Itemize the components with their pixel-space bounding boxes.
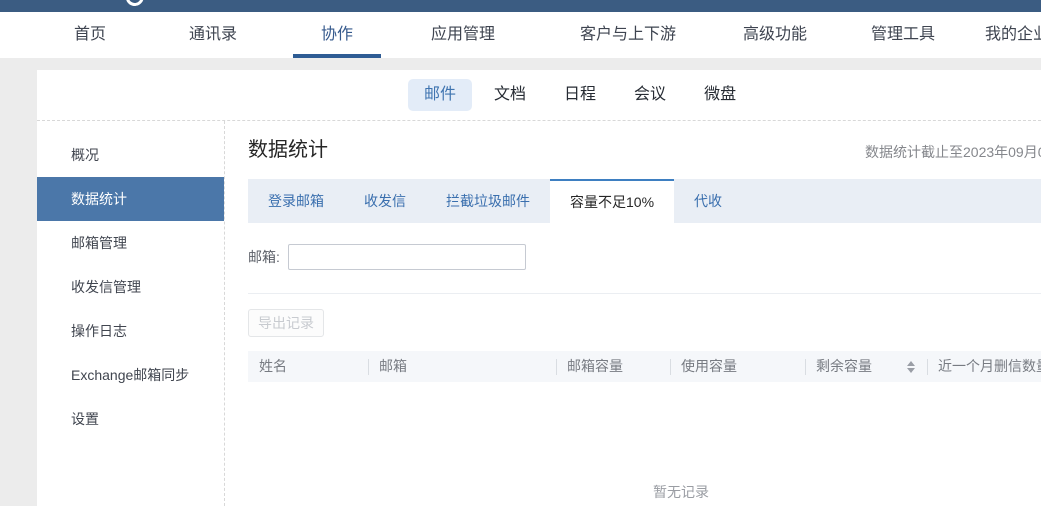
filter-row: 邮箱: [248,244,1041,270]
column-header-remaining-capacity-label: 剩余容量 [816,351,872,382]
column-header-name: 姓名 [248,351,368,382]
nav-item-collaboration[interactable]: 协作 [321,12,353,58]
sidebar-item-mailbox-management[interactable]: 邮箱管理 [37,221,224,265]
stat-tab-spam-intercepted[interactable]: 拦截垃圾邮件 [426,179,550,223]
mailbox-filter-label: 邮箱: [248,247,280,267]
stat-tab-login-mailbox[interactable]: 登录邮箱 [248,179,344,223]
stat-tab-send-receive[interactable]: 收发信 [344,179,426,223]
app-tab-docs[interactable]: 文档 [478,79,542,111]
app-tabs: 邮件 文档 日程 会议 微盘 [408,79,752,111]
stat-tab-collect[interactable]: 代收 [674,179,742,223]
statistics-tabs: 登录邮箱 收发信 拦截垃圾邮件 容量不足10% 代收 [248,179,1041,223]
content-area: 概况 数据统计 邮箱管理 收发信管理 操作日志 Exchange邮箱同步 设置 … [37,120,1041,506]
nav-item-contacts[interactable]: 通讯录 [189,12,237,58]
statistics-deadline-note: 数据统计截止至2023年09月06日 [865,142,1041,162]
column-header-deleted-mail-count: 近一个月删信数量 [927,351,1041,382]
app-tab-calendar[interactable]: 日程 [548,79,612,111]
export-records-button[interactable]: 导出记录 [248,309,324,337]
app-tab-mail[interactable]: 邮件 [408,79,472,111]
empty-records-text: 暂无记录 [248,482,1041,502]
nav-item-my-company[interactable]: 我的企业 [985,12,1041,58]
top-window-bar [0,0,1041,12]
stat-tab-low-capacity[interactable]: 容量不足10% [550,179,674,223]
mailbox-filter-input[interactable] [288,244,526,270]
primary-nav: 首页 通讯录 协作 应用管理 客户与上下游 高级功能 管理工具 我的企业 [0,12,1041,58]
column-header-used-capacity: 使用容量 [670,351,805,382]
sidebar-item-overview[interactable]: 概况 [37,133,224,177]
nav-item-app-management[interactable]: 应用管理 [431,12,495,58]
nav-item-home[interactable]: 首页 [74,12,106,58]
app-tab-drive[interactable]: 微盘 [688,79,752,111]
logo-fragment-icon [125,0,145,7]
table-header-row: 姓名 邮箱 邮箱容量 使用容量 剩余容量 近一个月删信数量 [248,351,1041,382]
sort-descending-icon [907,368,915,373]
sidebar-item-exchange-sync[interactable]: Exchange邮箱同步 [37,353,224,397]
column-header-remaining-capacity[interactable]: 剩余容量 [805,351,927,382]
section-divider [248,293,1041,294]
nav-item-advanced-features[interactable]: 高级功能 [743,12,807,58]
sidebar-item-send-receive-management[interactable]: 收发信管理 [37,265,224,309]
app-tab-band: 邮件 文档 日程 会议 微盘 [37,70,1041,120]
sidebar-item-statistics[interactable]: 数据统计 [37,177,224,221]
nav-item-customers[interactable]: 客户与上下游 [580,12,676,58]
sidebar-item-operation-log[interactable]: 操作日志 [37,309,224,353]
column-header-mailbox-capacity: 邮箱容量 [556,351,670,382]
sidebar-item-settings[interactable]: 设置 [37,397,224,441]
sort-caret-icon[interactable] [907,361,915,373]
nav-item-admin-tools[interactable]: 管理工具 [871,12,935,58]
sort-ascending-icon [907,361,915,366]
column-header-mailbox: 邮箱 [368,351,556,382]
app-tab-meeting[interactable]: 会议 [618,79,682,111]
sidebar: 概况 数据统计 邮箱管理 收发信管理 操作日志 Exchange邮箱同步 设置 [37,121,225,506]
main-panel: 数据统计 数据统计截止至2023年09月06日 登录邮箱 收发信 拦截垃圾邮件 … [225,121,1041,506]
